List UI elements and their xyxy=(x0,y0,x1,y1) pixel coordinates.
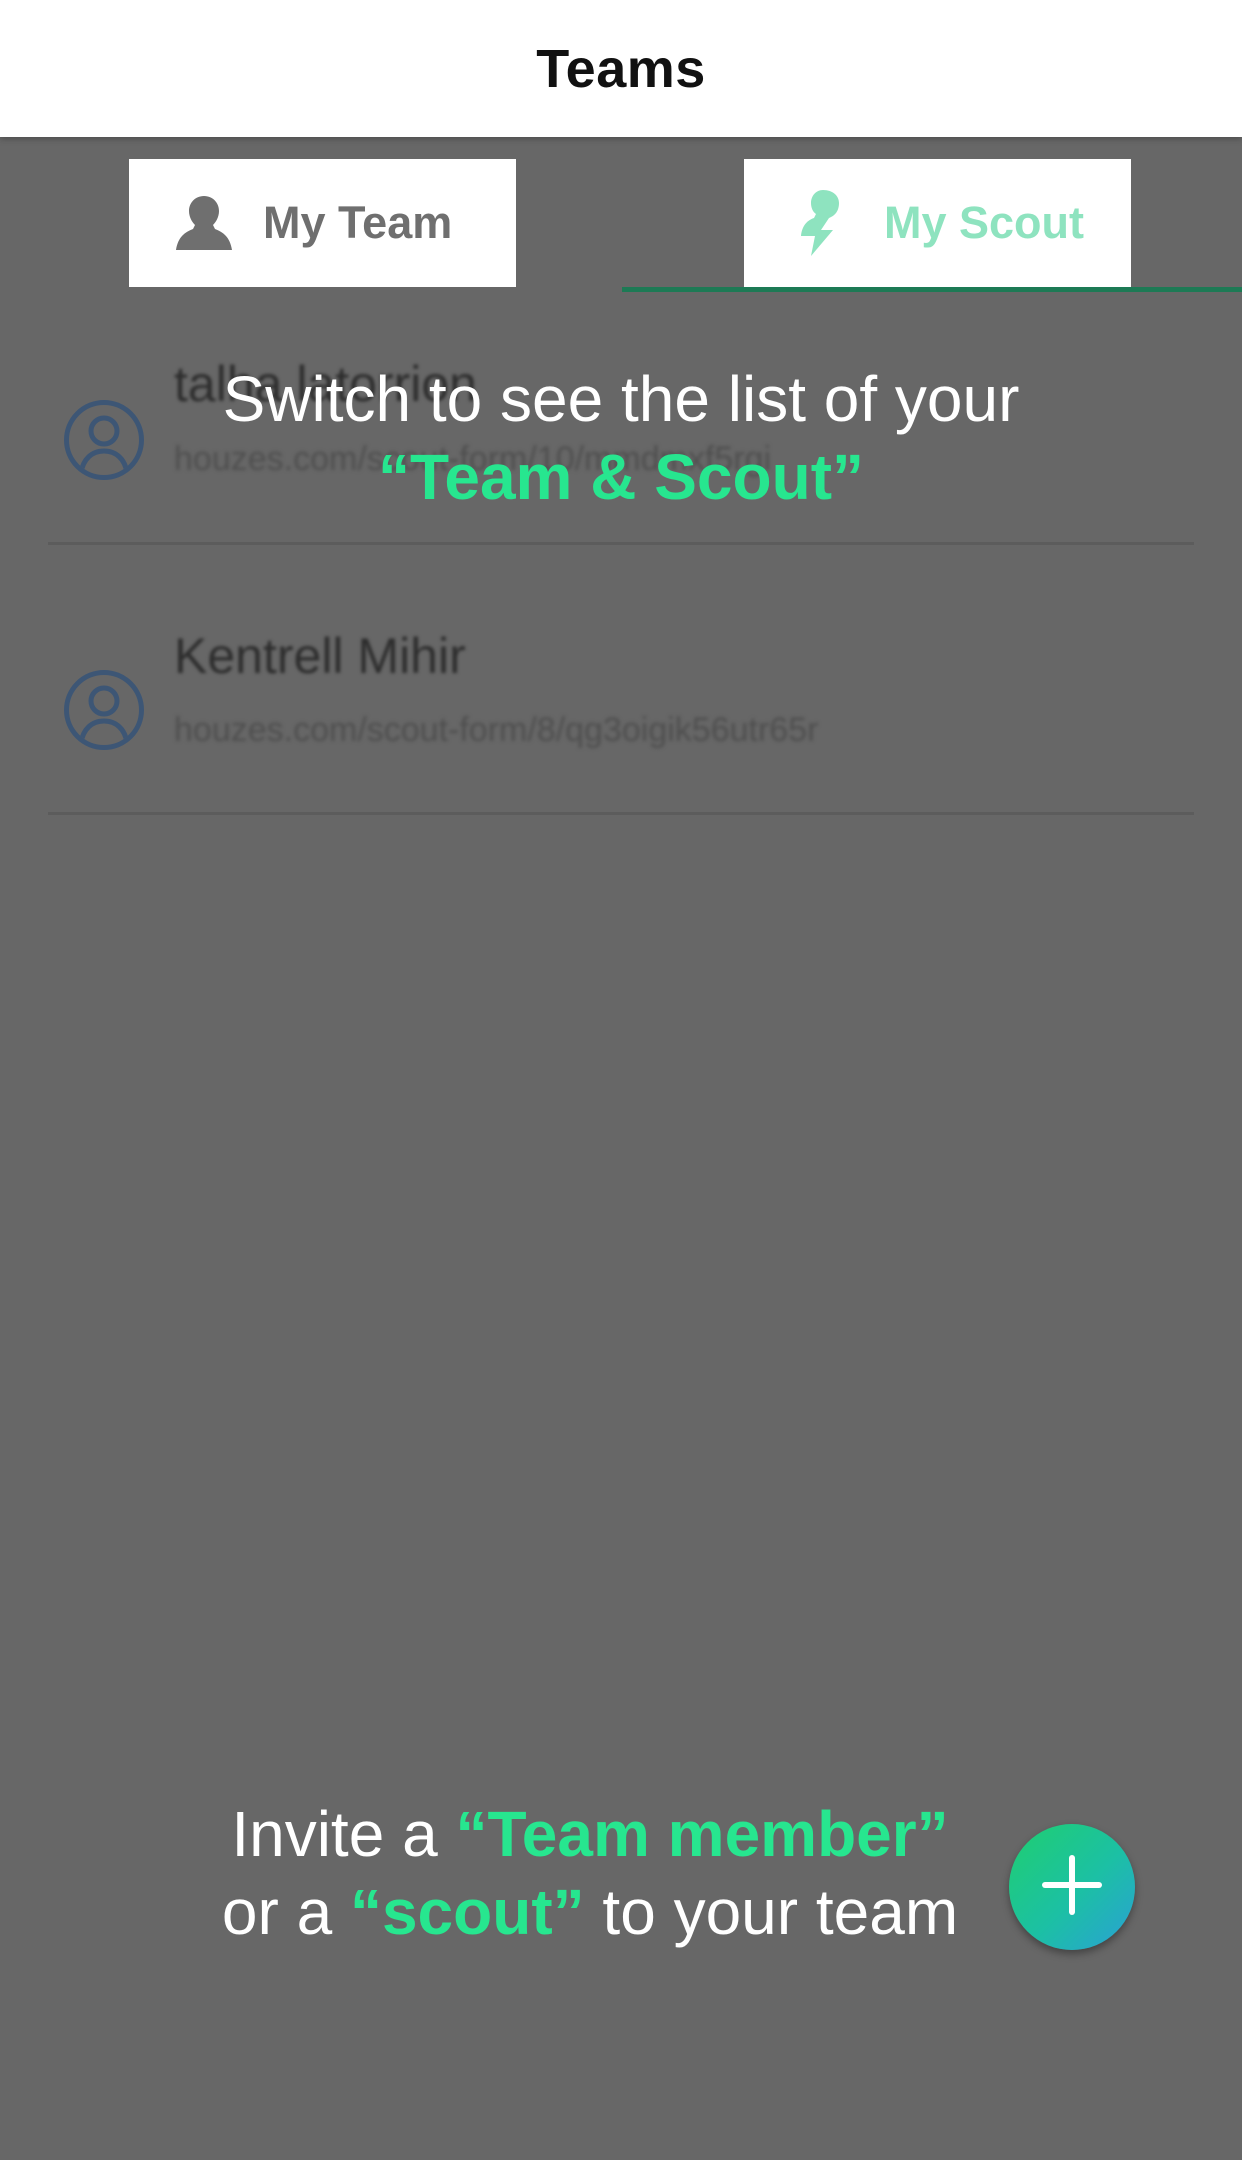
avatar-icon xyxy=(64,670,144,750)
list-item[interactable]: Kentrell Mihir houzes.com/scout-form/8/q… xyxy=(48,545,1194,815)
scout-person-icon xyxy=(790,188,860,258)
invite-post-text: to your team xyxy=(584,1876,959,1948)
tab-my-scout[interactable]: My Scout xyxy=(744,159,1131,287)
switch-hint-line1: Switch to see the list of your xyxy=(222,363,1020,435)
switch-hint-line2: “Team & Scout” xyxy=(378,441,864,513)
member-url: houzes.com/scout-form/8/qg3oigik56utr65r xyxy=(174,711,819,749)
invite-team-member-text: “Team member” xyxy=(455,1798,949,1870)
invite-hint-line2: or a “scout” to your team xyxy=(160,1873,1020,1951)
add-member-button[interactable] xyxy=(1009,1824,1135,1950)
invite-pre-text: Invite a xyxy=(231,1798,456,1870)
member-name: Kentrell Mihir xyxy=(174,628,466,684)
tab-my-team[interactable]: My Team xyxy=(129,159,516,287)
plus-icon xyxy=(1037,1850,1107,1925)
person-silhouette-icon xyxy=(169,188,239,258)
page-title: Teams xyxy=(536,38,706,99)
invite-hint: Invite a “Team member” or a “scout” to y… xyxy=(160,1795,1020,1951)
invite-hint-line1: Invite a “Team member” xyxy=(160,1795,1020,1873)
app-header: Teams xyxy=(0,0,1242,137)
switch-hint: Switch to see the list of your “Team & S… xyxy=(0,360,1242,516)
invite-mid-text: or a xyxy=(221,1876,350,1948)
tab-my-team-label: My Team xyxy=(263,197,453,248)
tab-my-scout-label: My Scout xyxy=(884,197,1085,248)
invite-scout-text: “scout” xyxy=(349,1876,585,1948)
